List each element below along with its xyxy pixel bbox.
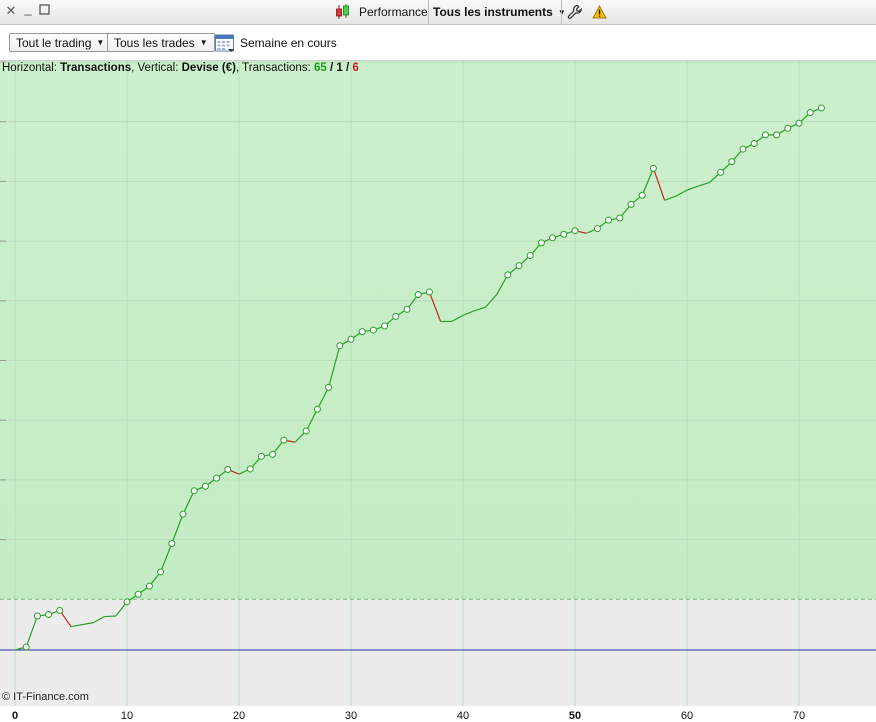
trade-point-marker	[728, 158, 736, 166]
trade-point-marker	[750, 140, 758, 148]
wrench-icon[interactable]	[567, 0, 583, 24]
trade-point-marker	[414, 291, 422, 299]
instruments-selector[interactable]: Tous les instruments ▼	[433, 0, 566, 24]
trade-point-marker	[761, 131, 769, 139]
trade-point-marker	[224, 466, 232, 474]
horizontal-axis-value: Transactions	[60, 62, 132, 74]
trade-point-marker	[784, 124, 792, 132]
trade-point-marker	[638, 191, 646, 199]
trade-point-marker	[605, 216, 613, 224]
transactions-prefix: , Transactions:	[235, 62, 314, 74]
x-tick-label: 50	[569, 710, 581, 722]
trades-filter-dropdown[interactable]: Tous les trades ▼	[107, 33, 215, 52]
trade-point-marker	[627, 200, 635, 208]
vertical-prefix: , Vertical:	[131, 62, 182, 74]
trade-point-marker	[22, 643, 30, 651]
title-separator	[561, 0, 562, 24]
performance-label: Performance	[359, 5, 428, 19]
trade-point-marker	[817, 104, 825, 112]
trade-point-marker	[649, 164, 657, 172]
trade-point-marker	[145, 582, 153, 590]
winning-trade-segment	[104, 615, 116, 618]
trade-point-marker	[134, 590, 142, 598]
trade-point-marker	[201, 482, 209, 490]
trade-point-marker	[526, 252, 534, 260]
trade-point-marker	[56, 606, 64, 614]
x-tick-label: 20	[233, 710, 245, 722]
maximize-icon[interactable]	[37, 4, 51, 18]
filter-toolbar: Tout le trading ▼ Tous les trades ▼ Sema…	[0, 25, 876, 61]
trade-point-marker	[190, 487, 198, 495]
trade-point-marker	[168, 540, 176, 548]
copyright: © IT-Finance.com	[2, 691, 89, 703]
separator-slash: /	[342, 62, 353, 74]
trade-point-marker	[45, 611, 53, 619]
vertical-axis-value: Devise (€)	[181, 62, 236, 74]
trade-point-marker	[795, 119, 803, 127]
trade-point-marker	[739, 145, 747, 153]
equity-chart[interactable]: 0 10 20 30 40 50 60 70	[0, 61, 876, 722]
trade-point-marker	[593, 225, 601, 233]
trade-point-marker	[381, 322, 389, 330]
x-tick-label: 40	[457, 710, 469, 722]
x-tick-label: 10	[121, 710, 133, 722]
period-selector[interactable]: Semaine en cours	[214, 31, 337, 55]
loss-zone	[0, 599, 876, 706]
instruments-label: Tous les instruments	[433, 5, 553, 19]
trade-point-marker	[549, 234, 557, 242]
trade-point-marker	[33, 612, 41, 620]
warning-icon[interactable]	[592, 0, 607, 24]
chevron-down-icon: ▼	[96, 38, 105, 47]
trade-point-marker	[537, 239, 545, 247]
horizontal-prefix: Horizontal:	[2, 62, 61, 74]
trade-point-marker	[246, 465, 254, 473]
trade-point-marker	[560, 230, 568, 238]
trade-point-marker	[616, 214, 624, 222]
chart-info-line: Horizontal: Transactions, Vertical: Devi…	[2, 62, 359, 74]
transactions-losing-count: 6	[352, 62, 359, 74]
trade-point-marker	[313, 405, 321, 413]
trade-point-marker	[123, 598, 131, 606]
trade-point-marker	[515, 262, 523, 270]
trades-filter-label: Tous les trades	[114, 35, 195, 50]
trade-point-marker	[280, 436, 288, 444]
trade-point-marker	[571, 227, 579, 235]
trade-point-marker	[325, 383, 333, 391]
x-tick-label: 60	[681, 710, 693, 722]
trade-point-marker	[369, 326, 377, 334]
minimize-icon[interactable]: _	[21, 2, 35, 16]
trade-point-marker	[257, 452, 265, 460]
performance-tab[interactable]: Performance	[334, 0, 428, 24]
trading-filter-dropdown[interactable]: Tout le trading ▼	[9, 33, 112, 52]
calendar-icon	[214, 32, 236, 54]
transactions-total-count: 65	[313, 62, 327, 74]
title-separator	[428, 0, 429, 24]
x-tick-label: 30	[345, 710, 357, 722]
trade-point-marker	[425, 288, 433, 296]
trade-point-marker	[717, 168, 725, 176]
x-tick-label: 70	[793, 710, 805, 722]
trade-point-marker	[403, 305, 411, 313]
trade-point-marker	[302, 427, 310, 435]
trade-point-marker	[336, 342, 344, 350]
trade-point-marker	[773, 131, 781, 139]
trade-point-marker	[806, 109, 814, 117]
trading-filter-label: Tout le trading	[16, 35, 92, 50]
title-bar: ✕ _ Performance Tous les instruments ▼	[0, 0, 876, 25]
period-label: Semaine en cours	[240, 36, 337, 50]
profit-zone	[0, 61, 876, 600]
trade-point-marker	[179, 510, 187, 518]
trade-point-marker	[269, 450, 277, 458]
trade-point-marker	[347, 335, 355, 343]
trade-point-marker	[213, 474, 221, 482]
trade-point-marker	[157, 568, 165, 576]
close-icon[interactable]: ✕	[4, 4, 18, 18]
x-tick-label: 0	[12, 710, 18, 722]
trade-point-marker	[504, 271, 512, 279]
candlestick-icon	[334, 3, 352, 21]
chevron-down-icon: ▼	[199, 38, 208, 47]
trade-point-marker	[358, 328, 366, 336]
separator-slash: /	[326, 62, 337, 74]
trade-point-marker	[392, 312, 400, 320]
